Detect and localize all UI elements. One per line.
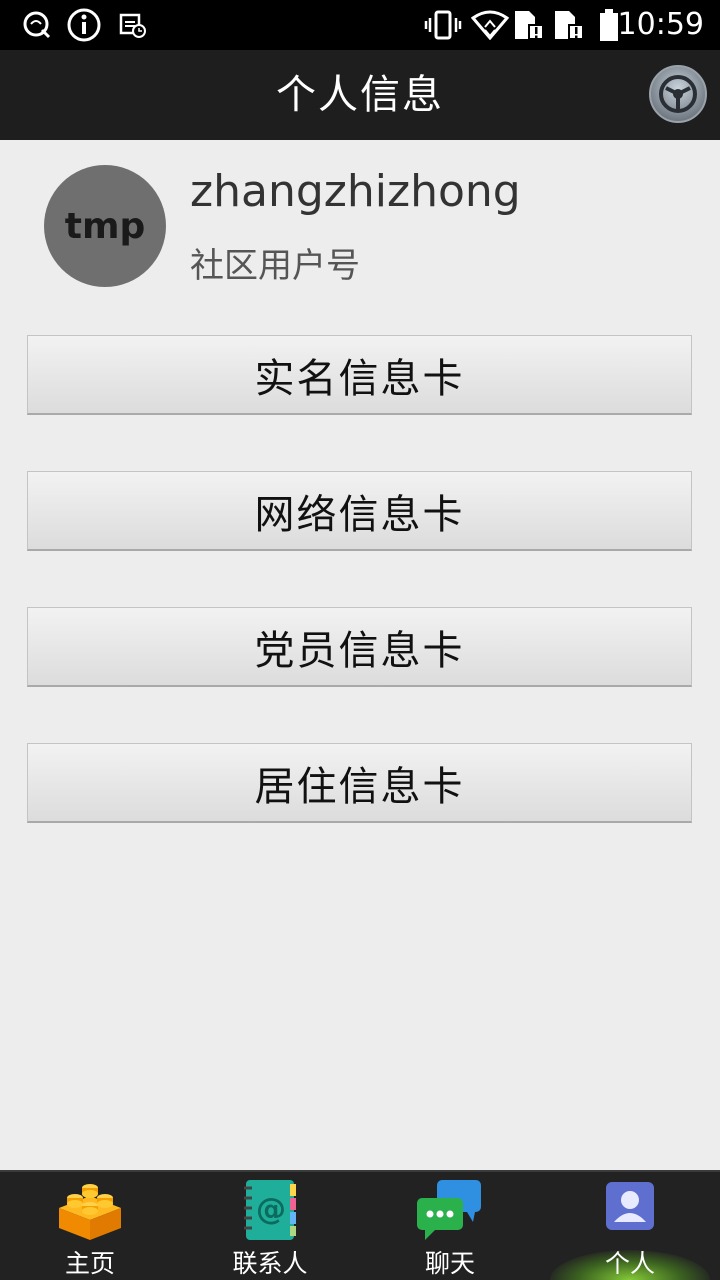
- user-type-label: 社区用户号: [190, 246, 360, 286]
- avatar-text: tmp: [64, 205, 146, 247]
- chat-bubbles-icon: [415, 1178, 485, 1246]
- username: zhangzhizhong: [190, 166, 521, 217]
- nav-label-home: 主页: [64, 1249, 115, 1278]
- nav-label-profile: 个人: [604, 1249, 655, 1278]
- nav-item-chat[interactable]: 聊天: [360, 1172, 540, 1280]
- nav-label-contacts: 联系人: [232, 1249, 308, 1278]
- bottom-nav: 主页 @ 联系人 聊天 个人: [0, 1170, 720, 1280]
- wifi-icon: [470, 8, 510, 42]
- status-time: 10:59: [617, 7, 704, 42]
- real-name-card-button[interactable]: 实名信息卡: [27, 335, 692, 415]
- nav-label-chat: 聊天: [424, 1249, 475, 1278]
- calendar-clock-icon: [118, 8, 148, 42]
- sim2-icon: [550, 8, 586, 42]
- network-card-button[interactable]: 网络信息卡: [27, 471, 692, 551]
- residence-card-button[interactable]: 居住信息卡: [27, 743, 692, 823]
- info-icon: [66, 8, 102, 42]
- nav-item-profile[interactable]: 个人: [540, 1172, 720, 1280]
- svg-text:@: @: [256, 1192, 286, 1227]
- nav-item-contacts[interactable]: @ 联系人: [180, 1172, 360, 1280]
- person-icon: [602, 1178, 658, 1238]
- search-notification-icon: [20, 8, 54, 42]
- party-member-card-button[interactable]: 党员信息卡: [27, 607, 692, 687]
- app-bar: 个人信息: [0, 50, 720, 140]
- lego-brick-icon: [55, 1178, 125, 1244]
- vibrate-icon: [424, 8, 462, 42]
- contacts-book-icon: @: [240, 1178, 300, 1246]
- settings-wheel-icon: [649, 65, 707, 123]
- page-title: 个人信息: [276, 72, 444, 118]
- sim1-icon: [510, 8, 546, 42]
- avatar[interactable]: tmp: [44, 165, 166, 287]
- settings-button[interactable]: [648, 64, 708, 124]
- status-bar: 10:59: [0, 0, 720, 50]
- nav-item-home[interactable]: 主页: [0, 1172, 180, 1280]
